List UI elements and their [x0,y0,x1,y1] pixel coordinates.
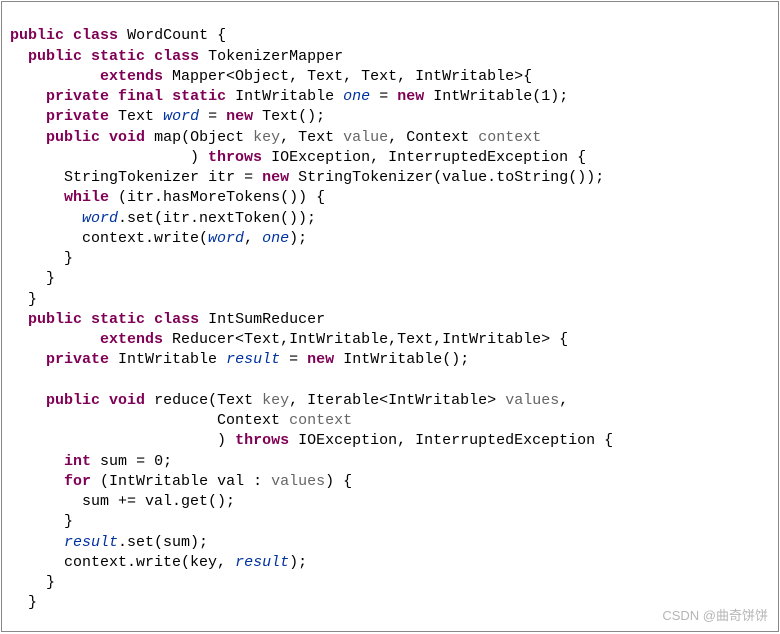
line-10: word.set(itr.nextToken()); [10,210,316,227]
line-13: } [10,270,55,287]
line-15: public static class IntSumReducer [10,311,325,328]
line-20: Context context [10,412,352,429]
line-1: public class WordCount { [10,27,226,44]
line-25: } [10,513,73,530]
line-12: } [10,250,73,267]
line-6: public void map(Object key, Text value, … [10,129,541,146]
line-14: } [10,291,37,308]
line-11: context.write(word, one); [10,230,307,247]
line-26: result.set(sum); [10,534,208,551]
line-29: } [10,594,37,611]
line-7: ) throws IOException, InterruptedExcepti… [10,149,586,166]
line-28: } [10,574,55,591]
line-5: private Text word = new Text(); [10,108,325,125]
code-viewer: public class WordCount { public static c… [1,1,779,632]
line-9: while (itr.hasMoreTokens()) { [10,189,325,206]
line-8: StringTokenizer itr = new StringTokenize… [10,169,604,186]
line-27: context.write(key, result); [10,554,307,571]
line-4: private final static IntWritable one = n… [10,88,568,105]
line-24: sum += val.get(); [10,493,235,510]
line-23: for (IntWritable val : values) { [10,473,352,490]
line-17: private IntWritable result = new IntWrit… [10,351,469,368]
watermark: CSDN @曲奇饼饼 [662,607,768,625]
line-19: public void reduce(Text key, Iterable<In… [10,392,568,409]
line-21: ) throws IOException, InterruptedExcepti… [10,432,613,449]
line-16: extends Reducer<Text,IntWritable,Text,In… [10,331,568,348]
line-22: int sum = 0; [10,453,172,470]
line-2: public static class TokenizerMapper [10,48,343,65]
line-3: extends Mapper<Object, Text, Text, IntWr… [10,68,532,85]
